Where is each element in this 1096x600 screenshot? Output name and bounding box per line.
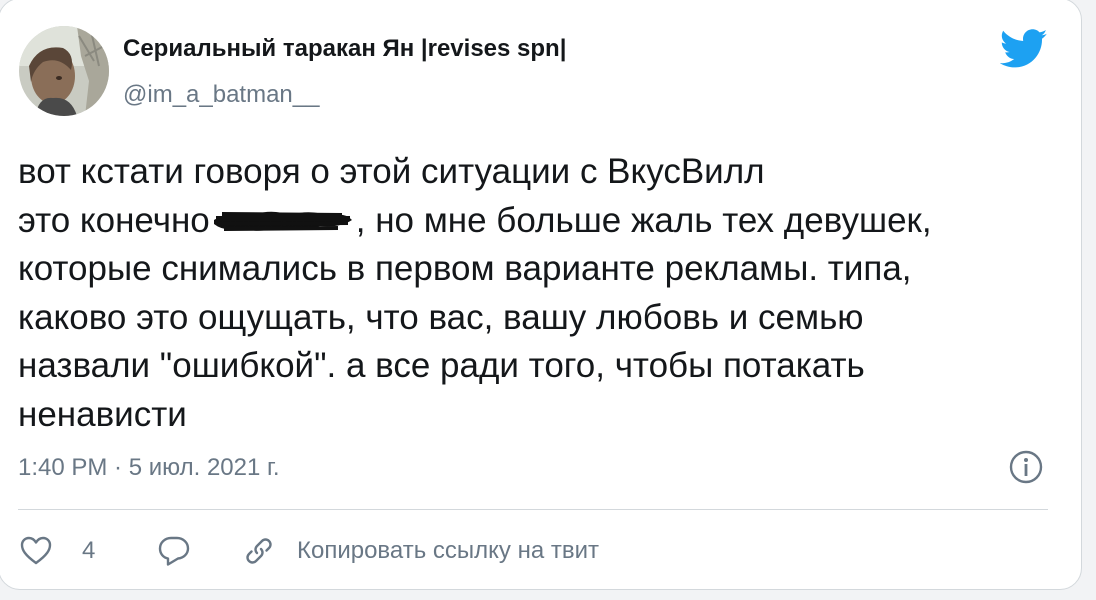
redaction-scribble: [210, 201, 356, 231]
tweet-card: Сериальный таракан Ян |revises spn| @im_…: [0, 0, 1082, 590]
heart-icon: [20, 536, 52, 566]
author-handle[interactable]: @im_a_batman__: [123, 81, 319, 109]
avatar[interactable]: [19, 26, 109, 116]
like-count: 4: [82, 537, 96, 564]
info-icon[interactable]: [1008, 449, 1044, 485]
tweet-timestamp[interactable]: 1:40 PM · 5 июл. 2021 г.: [18, 454, 280, 482]
copy-link-button[interactable]: Копировать ссылку на твит: [243, 533, 599, 569]
twitter-bird-icon[interactable]: [999, 29, 1048, 69]
like-button[interactable]: 4: [20, 533, 95, 569]
tweet-text-line: вот кстати говоря о этой ситуации с Вкус…: [18, 152, 765, 191]
tweet-text-line: назвали "ошибкой". а все ради того, чтоб…: [18, 346, 865, 385]
author-display-name[interactable]: Сериальный таракан Ян |revises spn|: [123, 35, 566, 63]
tweet-text-line: каково это ощущать, что вас, вашу любовь…: [18, 297, 864, 337]
tweet-text-fragment: , но мне больше жаль тех девушек,: [355, 200, 932, 240]
reply-button[interactable]: [157, 533, 191, 569]
tweet-text-line: которые снимались в первом варианте рекл…: [18, 249, 912, 288]
reply-bubble-icon: [157, 535, 191, 567]
avatar-image: [19, 26, 109, 116]
link-icon: [243, 535, 275, 567]
copy-link-label: Копировать ссылку на твит: [297, 537, 599, 564]
tweet-text-fragment: это конечно: [18, 200, 210, 240]
divider: [18, 509, 1048, 510]
tweet-text-line: это конечно , но мне больше жаль тех дев…: [18, 197, 1058, 246]
tweet-text-line: ненависти: [18, 394, 187, 434]
tweet-text: вот кстати говоря о этой ситуации с Вкус…: [18, 148, 1058, 439]
